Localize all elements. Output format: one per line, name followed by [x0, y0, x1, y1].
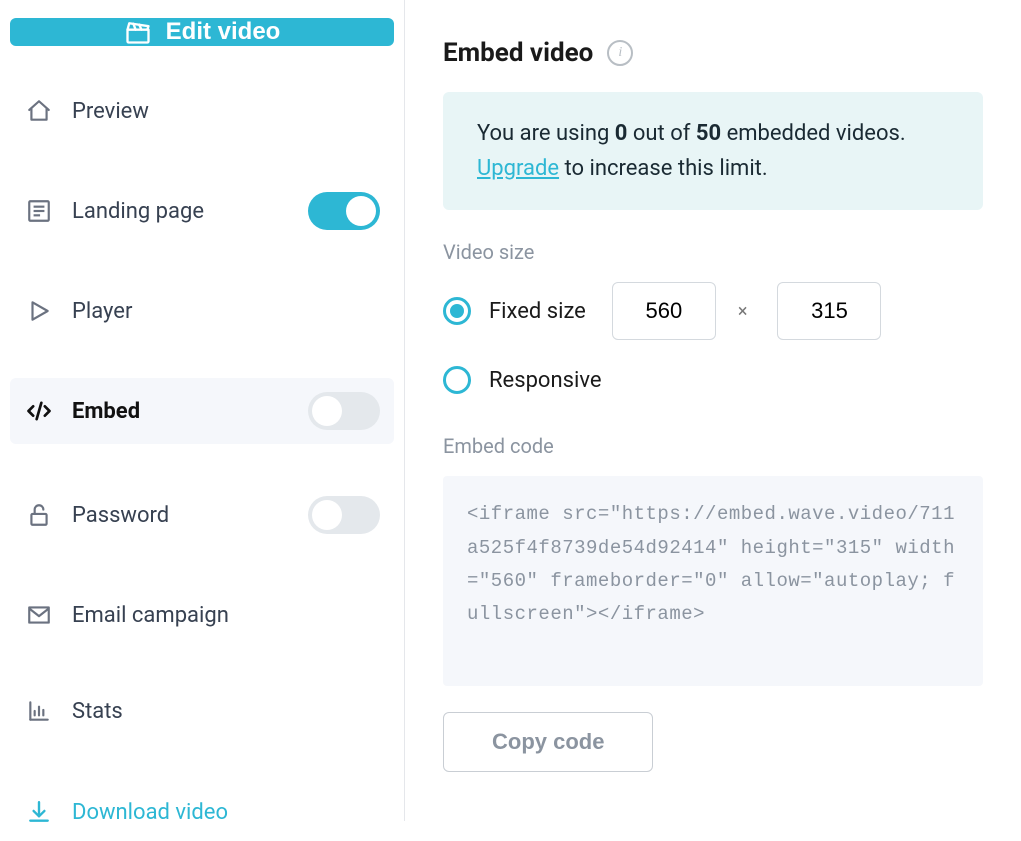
- quota-notice: You are using 0 out of 50 embedded video…: [443, 92, 983, 210]
- responsive-label: Responsive: [489, 368, 602, 393]
- sidebar-item-download[interactable]: Download video: [10, 783, 394, 841]
- sidebar-item-label: Stats: [72, 699, 380, 724]
- responsive-row[interactable]: Responsive: [443, 366, 983, 394]
- embed-code-box[interactable]: <iframe src="https://embed.wave.video/71…: [443, 476, 983, 686]
- embed-toggle[interactable]: [308, 392, 380, 430]
- upgrade-link[interactable]: Upgrade: [477, 156, 559, 181]
- sidebar-item-player[interactable]: Player: [10, 282, 394, 340]
- info-icon[interactable]: i: [607, 40, 633, 66]
- sidebar-item-preview[interactable]: Preview: [10, 82, 394, 140]
- mail-icon: [24, 600, 54, 630]
- total-count: 50: [696, 121, 721, 146]
- sidebar-item-label: Landing page: [72, 199, 290, 224]
- sidebar-item-embed[interactable]: Embed: [10, 378, 394, 444]
- sidebar-item-label: Email campaign: [72, 603, 380, 628]
- sidebar-item-label: Embed: [72, 399, 290, 424]
- home-icon: [24, 96, 54, 126]
- play-icon: [24, 296, 54, 326]
- clapperboard-icon: [124, 18, 152, 46]
- landing-toggle[interactable]: [308, 192, 380, 230]
- page-title: Embed video i: [443, 38, 983, 68]
- password-toggle[interactable]: [308, 496, 380, 534]
- page-icon: [24, 196, 54, 226]
- times-symbol: ×: [738, 301, 748, 322]
- embed-code-label: Embed code: [443, 434, 983, 458]
- sidebar-item-label: Player: [72, 299, 380, 324]
- sidebar-item-password[interactable]: Password: [10, 482, 394, 548]
- download-icon: [24, 797, 54, 827]
- chart-icon: [24, 696, 54, 726]
- lock-icon: [24, 500, 54, 530]
- fixed-size-row[interactable]: Fixed size ×: [443, 282, 983, 340]
- sidebar-item-email[interactable]: Email campaign: [10, 586, 394, 644]
- responsive-radio[interactable]: [443, 366, 471, 394]
- sidebar-item-label: Preview: [72, 99, 380, 124]
- title-text: Embed video: [443, 38, 593, 68]
- copy-code-button[interactable]: Copy code: [443, 712, 653, 772]
- width-input[interactable]: [612, 282, 716, 340]
- fixed-size-radio[interactable]: [443, 297, 471, 325]
- sidebar-item-stats[interactable]: Stats: [10, 682, 394, 740]
- sidebar-item-label: Password: [72, 503, 290, 528]
- video-size-label: Video size: [443, 240, 983, 264]
- height-input[interactable]: [777, 282, 881, 340]
- used-count: 0: [615, 121, 628, 146]
- fixed-size-label: Fixed size: [489, 299, 586, 324]
- edit-video-label: Edit video: [166, 18, 281, 46]
- sidebar-item-landing[interactable]: Landing page: [10, 178, 394, 244]
- edit-video-button[interactable]: Edit video: [10, 18, 394, 46]
- code-icon: [24, 396, 54, 426]
